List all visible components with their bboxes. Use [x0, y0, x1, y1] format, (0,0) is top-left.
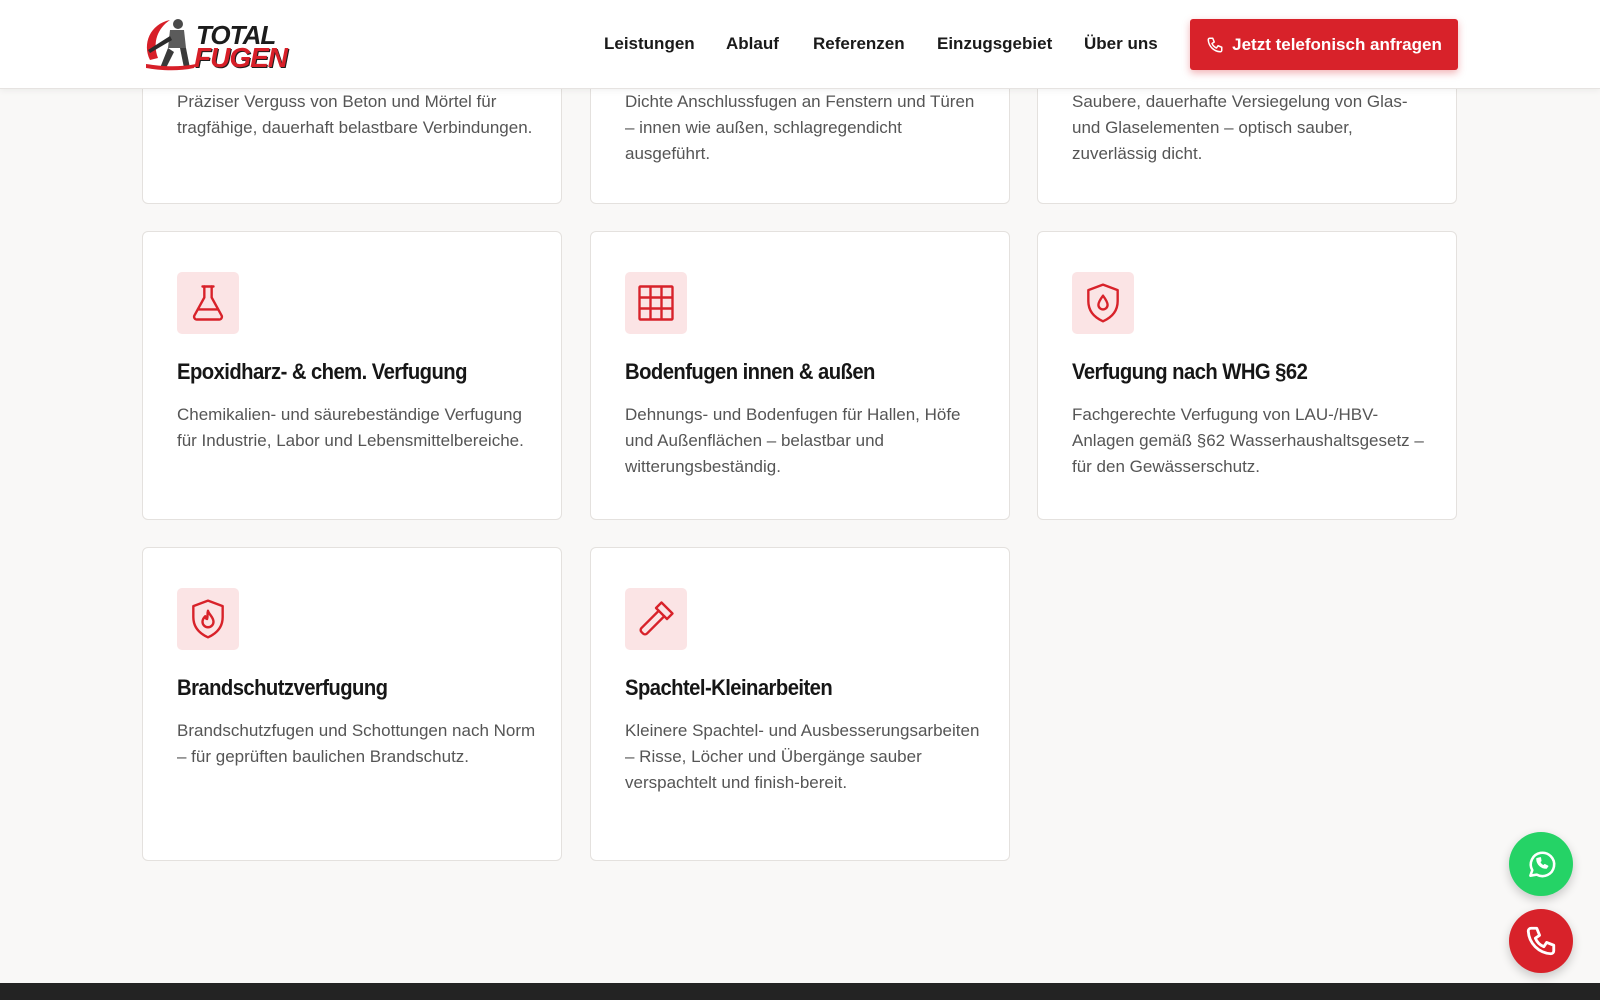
service-card-text: Fachgerechte Verfugung von LAU-/HBV-Anla…	[1072, 405, 1424, 476]
phone-icon	[1207, 37, 1223, 52]
call-request-label: Jetzt telefonisch anfragen	[1232, 34, 1442, 54]
nav-link-einzugsgebiet[interactable]: Einzugsgebiet	[937, 34, 1052, 54]
call-button[interactable]	[1509, 909, 1573, 973]
whatsapp-icon	[1529, 851, 1556, 878]
service-card-text: Präziser Verguss von Beton und Mörtel fü…	[177, 92, 533, 137]
shield-drop-icon	[1087, 283, 1119, 323]
service-card-text: Dichte Anschlussfugen an Fenstern und Tü…	[625, 92, 975, 163]
service-card-text: Saubere, dauerhafte Versiegelung von Gla…	[1072, 92, 1408, 163]
service-card-spachtel: Spachtel-Kleinarbeiten Kleinere Spachtel…	[590, 547, 1010, 861]
service-card-title: Epoxidharz- & chem. Verfugung	[177, 359, 467, 384]
service-card-title: Bodenfugen innen & außen	[625, 359, 875, 384]
service-icon-box	[625, 272, 687, 334]
hammer-icon	[639, 601, 674, 636]
shield-flame-icon	[192, 599, 224, 639]
nav-link-leistungen[interactable]: Leistungen	[604, 34, 695, 54]
service-card-title: Brandschutzverfugung	[177, 675, 388, 700]
service-card-title: Verfugung nach WHG §62	[1072, 359, 1308, 384]
service-icon-box	[177, 588, 239, 650]
logo-text-fugen: FUGEN	[194, 42, 288, 73]
service-icon-box	[625, 588, 687, 650]
service-card-text: Chemikalien- und säurebeständige Verfugu…	[177, 405, 524, 450]
service-card-text: Brandschutzfugen und Schottungen nach No…	[177, 721, 536, 766]
nav-link-ueber-uns[interactable]: Über uns	[1084, 34, 1158, 54]
service-card-brandschutz: Brandschutzverfugung Brandschutzfugen un…	[142, 547, 562, 861]
flask-icon	[192, 285, 224, 321]
footer-section-top	[0, 983, 1600, 1000]
call-request-button[interactable]: Jetzt telefonisch anfragen	[1190, 19, 1458, 70]
grid-icon	[638, 285, 674, 321]
service-icon-box	[1072, 272, 1134, 334]
site-header: TOTAL FUGEN Leistungen Ablauf Referenzen…	[0, 0, 1600, 89]
phone-icon	[1526, 926, 1556, 956]
nav-link-referenzen[interactable]: Referenzen	[813, 34, 905, 54]
service-card-whg: Verfugung nach WHG §62 Fachgerechte Verf…	[1037, 231, 1457, 520]
service-card-title: Spachtel-Kleinarbeiten	[625, 675, 833, 700]
logo[interactable]: TOTAL FUGEN	[140, 14, 298, 74]
service-card-text: Dehnungs- und Bodenfugen für Hallen, Höf…	[625, 405, 961, 476]
service-card-epoxidharz: Epoxidharz- & chem. Verfugung Chemikalie…	[142, 231, 562, 520]
service-icon-box	[177, 272, 239, 334]
whatsapp-button[interactable]	[1509, 832, 1573, 896]
service-card-bodenfugen: Bodenfugen innen & außen Dehnungs- und B…	[590, 231, 1010, 520]
service-card-text: Kleinere Spachtel- und Ausbesserungsarbe…	[625, 721, 980, 792]
nav-link-ablauf[interactable]: Ablauf	[726, 34, 779, 54]
logo-worker-icon	[146, 19, 196, 71]
